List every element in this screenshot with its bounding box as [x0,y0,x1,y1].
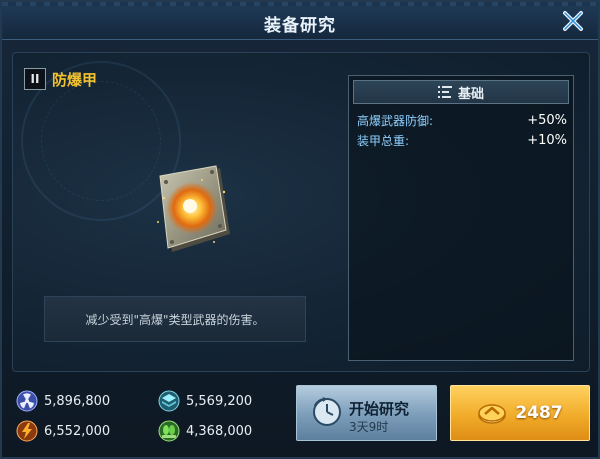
window-title: 装备研究 [264,16,336,36]
stat-value: +50% [527,112,567,128]
instant-complete-button[interactable]: 2487 [450,385,590,441]
resource-item: 5,569,200 [158,390,252,412]
item-name: 防爆甲 [52,70,98,89]
stats-panel: 基础 高爆武器防御: +50% 装甲总重: +10% [348,75,574,361]
resource-value: 5,569,200 [186,393,253,409]
start-research-button[interactable]: 开始研究 3天9时 [296,385,437,441]
resource-item: 6,552,000 [16,420,110,442]
stat-name: 装甲总重: [357,133,410,148]
resource-item: 4,368,000 [158,420,252,442]
start-research-label: 开始研究 [349,400,410,418]
item-description: 减少受到"高爆"类型武器的伤害。 [85,312,265,327]
gold-cost: 2487 [515,403,563,423]
close-icon [563,11,583,31]
research-duration: 3天9时 [349,420,389,434]
title-bar: 装备研究 [2,2,598,40]
plant-icon [158,420,180,442]
close-button[interactable] [560,9,586,33]
stat-value: +10% [527,132,567,148]
description-box: 减少受到"高爆"类型武器的伤害。 [44,296,306,342]
resource-value: 5,896,800 [44,393,111,409]
stat-name: 高爆武器防御: [357,113,434,128]
equipment-research-window: 装备研究 II 防爆甲 减少受到"高爆"类型武器的伤害。 基础 高爆武器防御: … [0,0,600,459]
lightning-icon [16,420,38,442]
stat-row: 装甲总重: +10% [357,131,567,149]
gold-currency-icon [478,404,507,424]
stat-row: 高爆武器防御: +50% [357,111,567,129]
stats-header-label: 基础 [457,86,484,102]
resource-value: 6,552,000 [44,423,111,439]
resource-list: 5,896,800 5,569,200 6,552,000 4,368,000 [2,382,292,459]
item-header: II 防爆甲 [24,68,97,90]
list-icon [437,86,452,98]
resource-value: 4,368,000 [186,423,253,439]
resource-item: 5,896,800 [16,390,110,412]
radiation-icon [16,390,38,412]
stack-layers-icon [158,390,180,412]
armor-plate-image [157,165,230,252]
stats-header: 基础 [353,80,569,104]
tier-badge: II [24,68,46,90]
clock-icon [313,397,341,426]
